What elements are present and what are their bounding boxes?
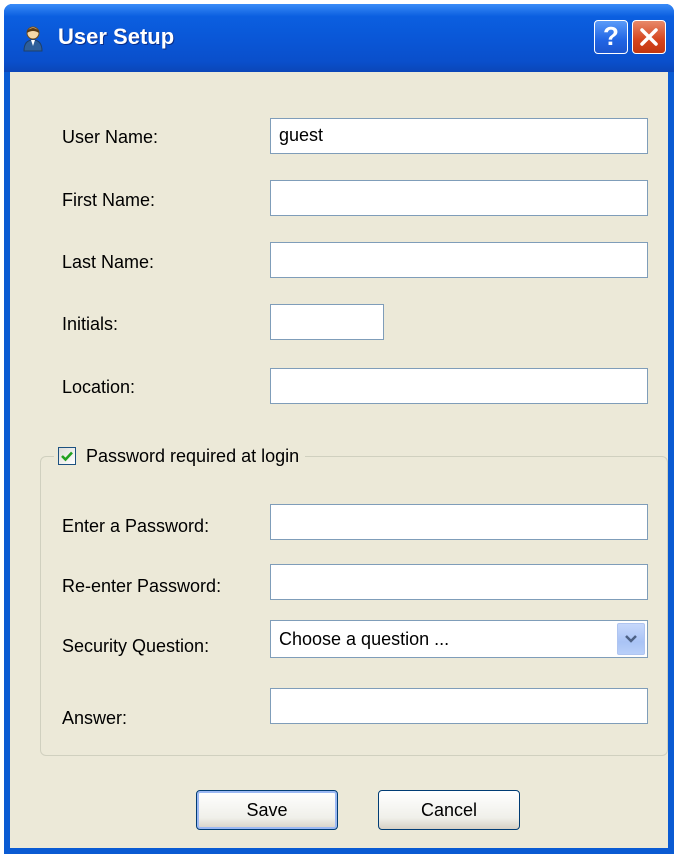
security-question-value: Choose a question ... [279,629,450,649]
password-required-checkbox[interactable] [58,447,76,465]
enter-password-field[interactable] [270,504,648,540]
user-name-field[interactable]: guest [270,118,648,154]
dropdown-button[interactable] [617,623,645,655]
first-name-label: First Name: [62,190,156,210]
chevron-down-icon [625,635,637,643]
save-button[interactable]: Save [196,790,338,830]
initials-field[interactable] [270,304,384,340]
answer-label: Answer: [62,708,128,728]
location-field[interactable] [270,368,648,404]
close-icon [640,28,658,46]
last-name-field[interactable] [270,242,648,278]
last-name-label: Last Name: [62,252,155,272]
answer-field[interactable] [270,688,648,724]
user-icon [23,26,43,52]
help-icon: ? [603,21,619,51]
initials-label: Initials: [62,314,119,334]
user-name-label: User Name: [62,127,159,147]
help-button[interactable]: ? [594,20,628,54]
reenter-password-label: Re-enter Password: [62,576,222,596]
security-question-label: Security Question: [62,636,210,656]
dialog-body: User Name: guest First Name: Last Name: … [10,72,668,848]
reenter-password-field[interactable] [270,564,648,600]
cancel-button[interactable]: Cancel [378,790,520,830]
security-question-dropdown[interactable]: Choose a question ... [270,620,648,658]
enter-password-label: Enter a Password: [62,516,210,536]
user-setup-window: User Setup ? User Name: guest First Name… [4,4,674,854]
close-button[interactable] [632,20,666,54]
location-label: Location: [62,377,136,397]
window-title: User Setup [58,24,175,49]
title-bar[interactable]: User Setup ? [4,4,674,72]
password-required-option[interactable]: Password required at login [54,442,306,470]
password-required-label: Password required at login [86,445,300,466]
first-name-field[interactable] [270,180,648,216]
checkmark-icon [61,451,73,462]
